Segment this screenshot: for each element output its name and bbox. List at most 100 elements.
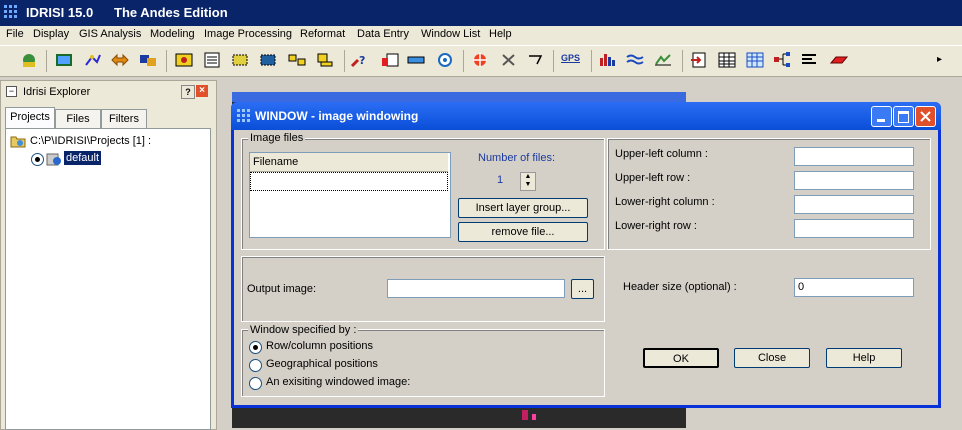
arrows-icon[interactable]: [111, 52, 129, 68]
explorer-header: − Idrisi Explorer ? ×: [1, 81, 216, 103]
maximize-icon[interactable]: [893, 106, 914, 127]
waves-icon[interactable]: [626, 52, 644, 68]
menu-file[interactable]: File: [6, 28, 24, 40]
upper-left-row-field[interactable]: [794, 171, 914, 190]
toolbar-separator: [166, 50, 167, 72]
table-icon[interactable]: [718, 52, 736, 68]
layers-icon[interactable]: [139, 52, 157, 68]
lower-right-column-field[interactable]: [794, 195, 914, 214]
overlay-icon[interactable]: [288, 52, 306, 68]
tools-icon[interactable]: [500, 52, 518, 68]
minimize-icon[interactable]: [871, 106, 892, 127]
number-of-files-spinner[interactable]: ▲ ▼: [520, 172, 536, 191]
display-launcher-icon[interactable]: [20, 52, 38, 68]
dialog-body: Image files Filename Number of files: 1 …: [234, 130, 938, 405]
app-edition: The Andes Edition: [114, 5, 228, 20]
menu-gis-analysis[interactable]: GIS Analysis: [79, 28, 141, 40]
lower-right-row-field[interactable]: [794, 219, 914, 238]
explorer-title: Idrisi Explorer: [23, 86, 91, 98]
output-image-field[interactable]: [387, 279, 565, 298]
crosshair-icon[interactable]: [471, 52, 489, 68]
window-dialog: WINDOW - image windowing Image files Fil…: [231, 102, 941, 408]
profile-icon[interactable]: [654, 52, 672, 68]
tree-icon[interactable]: [773, 52, 791, 68]
spreadsheet-icon[interactable]: [746, 52, 764, 68]
lower-right-column-label: Lower-right column :: [615, 196, 715, 208]
dialog-titlebar: WINDOW - image windowing: [231, 102, 941, 130]
lower-right-row-label: Lower-right row :: [615, 220, 697, 232]
toolbar-separator: [344, 50, 345, 72]
map-feature: [532, 414, 536, 420]
option-existing-window-radio[interactable]: [249, 377, 262, 390]
toolbar-separator: [682, 50, 683, 72]
window-specified-label: Window specified by :: [248, 324, 359, 336]
placemark-icon[interactable]: [316, 52, 334, 68]
close-button[interactable]: Close: [734, 348, 810, 368]
tab-projects[interactable]: Projects: [5, 107, 55, 129]
filename-grid[interactable]: Filename: [249, 152, 451, 238]
option-geographical-label[interactable]: Geographical positions: [266, 358, 378, 370]
help-icon[interactable]: ?: [181, 85, 195, 99]
explorer-panel: − Idrisi Explorer ? × Projects Files Fil…: [0, 80, 217, 430]
menu-image-processing[interactable]: Image Processing: [204, 28, 292, 40]
toolbar-overflow-icon[interactable]: ▸: [937, 54, 942, 65]
collapse-icon[interactable]: −: [6, 86, 17, 97]
option-existing-window-label[interactable]: An exisiting windowed image:: [266, 376, 410, 388]
help-button[interactable]: Help: [826, 348, 902, 368]
measure-icon[interactable]: [407, 52, 425, 68]
tab-files[interactable]: Files: [55, 109, 101, 128]
database-workshop-icon[interactable]: [381, 52, 399, 68]
digitize-icon[interactable]: [527, 52, 545, 68]
number-of-files-label: Number of files:: [478, 152, 556, 164]
tab-filters[interactable]: Filters: [101, 109, 147, 128]
query-help-icon[interactable]: ?: [350, 52, 368, 68]
gps-icon[interactable]: GPS: [561, 53, 580, 63]
header-size-field[interactable]: 0: [794, 278, 914, 297]
menu-display[interactable]: Display: [33, 28, 69, 40]
app-name: IDRISI 15.0: [26, 5, 94, 20]
option-row-column-radio[interactable]: [249, 341, 262, 354]
filename-row[interactable]: [250, 172, 448, 191]
menu-help[interactable]: Help: [489, 28, 512, 40]
list-icon[interactable]: [800, 52, 818, 68]
map-feature: [522, 410, 528, 420]
menu-data-entry[interactable]: Data Entry: [357, 28, 409, 40]
project-icon: [46, 153, 61, 166]
remove-file-button[interactable]: remove file...: [458, 222, 588, 242]
composer-icon[interactable]: [55, 52, 73, 68]
toolbar-separator: [46, 50, 47, 72]
option-geographical-radio[interactable]: [249, 359, 262, 372]
symbol-workshop-icon[interactable]: [84, 52, 102, 68]
zoom-circle-icon[interactable]: [436, 52, 454, 68]
browse-button[interactable]: ...: [571, 279, 594, 299]
menu-bar: File Display GIS Analysis Modeling Image…: [0, 26, 962, 46]
toolbar-separator: [463, 50, 464, 72]
output-image-label: Output image:: [247, 283, 317, 295]
upper-left-column-field[interactable]: [794, 147, 914, 166]
menu-modeling[interactable]: Modeling: [150, 28, 195, 40]
document-icon[interactable]: [203, 52, 221, 68]
menu-reformat[interactable]: Reformat: [300, 28, 345, 40]
image-files-label: Image files: [248, 132, 306, 144]
image-select-icon[interactable]: [259, 52, 277, 68]
project-item-default[interactable]: default: [64, 151, 102, 165]
idrisi-logo-icon: [4, 5, 17, 18]
map-window-titlebar: [232, 92, 686, 102]
window-select-icon[interactable]: [231, 52, 249, 68]
project-radio[interactable]: [31, 153, 44, 166]
layer-icon[interactable]: [830, 52, 848, 68]
number-of-files-value: 1: [497, 174, 504, 186]
import-icon[interactable]: [690, 52, 708, 68]
upper-left-column-label: Upper-left column :: [615, 148, 708, 160]
insert-layer-group-button[interactable]: Insert layer group...: [458, 198, 588, 218]
close-icon[interactable]: [915, 106, 936, 127]
option-row-column-label[interactable]: Row/column positions: [266, 340, 373, 352]
close-icon[interactable]: ×: [196, 85, 208, 97]
histogram-icon[interactable]: [598, 52, 616, 68]
menu-window-list[interactable]: Window List: [421, 28, 480, 40]
toolbar-separator: [553, 50, 554, 72]
ok-button[interactable]: OK: [643, 348, 719, 368]
header-size-label: Header size (optional) :: [623, 281, 737, 293]
project-path: C:\P\IDRISI\Projects [1] :: [30, 135, 152, 147]
query-icon[interactable]: [175, 52, 193, 68]
